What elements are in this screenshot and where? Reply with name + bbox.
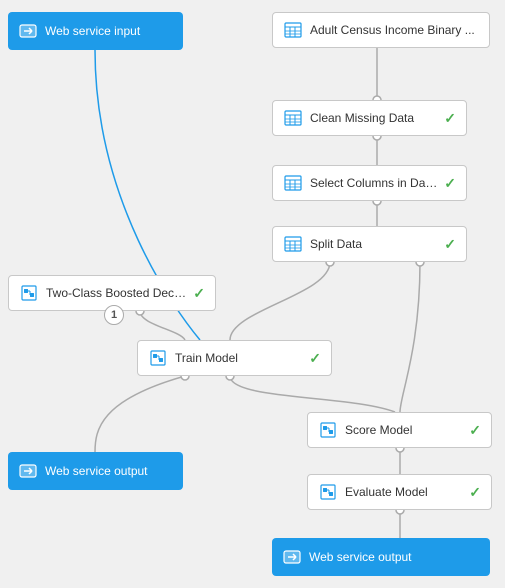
two-class-label: Two-Class Boosted Decision ... — [46, 286, 187, 300]
score-model-icon — [318, 420, 338, 440]
node-score-model[interactable]: Score Model ✓ — [307, 412, 492, 448]
adult-census-icon — [283, 20, 303, 40]
node-select-columns[interactable]: Select Columns in Dataset ✓ — [272, 165, 467, 201]
two-class-check: ✓ — [193, 285, 205, 302]
adult-census-label: Adult Census Income Binary ... — [310, 23, 479, 37]
clean-missing-icon — [283, 108, 303, 128]
web-service-output-left-label: Web service output — [45, 464, 173, 478]
two-class-badge: 1 — [104, 305, 124, 325]
train-model-check: ✓ — [309, 350, 321, 367]
select-columns-icon — [283, 173, 303, 193]
web-service-output-right-icon — [282, 547, 302, 567]
node-clean-missing[interactable]: Clean Missing Data ✓ — [272, 100, 467, 136]
clean-missing-label: Clean Missing Data — [310, 111, 438, 125]
node-web-service-output-right[interactable]: Web service output — [272, 538, 490, 576]
evaluate-model-icon — [318, 482, 338, 502]
node-split-data[interactable]: Split Data ✓ — [272, 226, 467, 262]
evaluate-model-check: ✓ — [469, 484, 481, 501]
select-columns-label: Select Columns in Dataset — [310, 176, 438, 190]
select-columns-check: ✓ — [444, 175, 456, 192]
node-evaluate-model[interactable]: Evaluate Model ✓ — [307, 474, 492, 510]
node-web-service-input[interactable]: Web service input — [8, 12, 183, 50]
train-model-icon — [148, 348, 168, 368]
clean-missing-check: ✓ — [444, 110, 456, 127]
web-service-input-icon — [18, 21, 38, 41]
web-service-input-label: Web service input — [45, 24, 173, 38]
node-train-model[interactable]: Train Model ✓ — [137, 340, 332, 376]
split-data-icon — [283, 234, 303, 254]
evaluate-model-label: Evaluate Model — [345, 485, 463, 499]
two-class-icon — [19, 283, 39, 303]
split-data-check: ✓ — [444, 236, 456, 253]
web-service-output-left-icon — [18, 461, 38, 481]
train-model-label: Train Model — [175, 351, 303, 365]
score-model-label: Score Model — [345, 423, 463, 437]
web-service-output-right-label: Web service output — [309, 550, 480, 564]
split-data-label: Split Data — [310, 237, 438, 251]
score-model-check: ✓ — [469, 422, 481, 439]
node-web-service-output-left[interactable]: Web service output — [8, 452, 183, 490]
workflow-canvas: Web service input Adult Census Income Bi… — [0, 0, 505, 588]
node-adult-census[interactable]: Adult Census Income Binary ... — [272, 12, 490, 48]
